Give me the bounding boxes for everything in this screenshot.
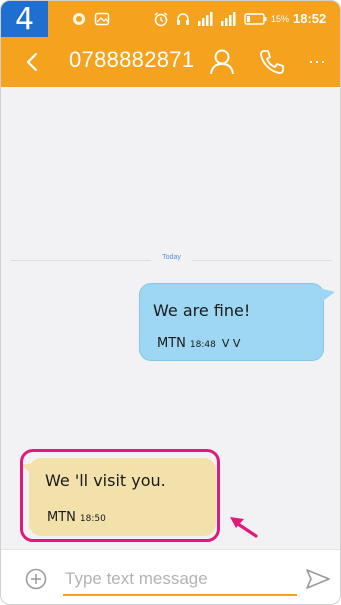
battery-icon bbox=[244, 13, 267, 25]
divider-line-right bbox=[192, 260, 332, 261]
message-time: 18:48 bbox=[189, 340, 216, 350]
sim-label: MTN bbox=[157, 336, 186, 351]
status-time: 18:52 bbox=[293, 11, 327, 26]
phone-frame: 15% 18:52 4 0788882871 ⋯ Today We are fi… bbox=[0, 0, 341, 605]
step-number-badge: 4 bbox=[1, 1, 48, 39]
message-composer bbox=[1, 549, 340, 604]
signal-sim2-icon bbox=[221, 12, 236, 26]
contact-phone-number: 0788882871 bbox=[69, 47, 195, 72]
battery-percent: 15% bbox=[271, 14, 290, 24]
outgoing-message-meta: MTN 18:48 V V bbox=[157, 336, 240, 351]
contact-person-icon[interactable] bbox=[208, 47, 236, 77]
send-icon[interactable] bbox=[305, 568, 331, 590]
add-attachment-icon[interactable] bbox=[25, 568, 47, 590]
delivery-status: V V bbox=[221, 337, 241, 350]
signal-sim1-icon bbox=[198, 12, 213, 26]
status-bar: 15% 18:52 bbox=[1, 1, 340, 37]
outgoing-bubble-tail bbox=[319, 288, 335, 304]
gallery-notification-icon bbox=[94, 12, 110, 26]
phone-call-icon[interactable] bbox=[258, 48, 286, 76]
highlight-box bbox=[20, 449, 220, 542]
date-divider: Today bbox=[11, 254, 332, 266]
pointer-arrow-icon bbox=[230, 517, 258, 538]
outgoing-message-text: We are fine! bbox=[153, 301, 251, 320]
back-arrow-icon[interactable] bbox=[23, 51, 43, 73]
app-notification-icon bbox=[73, 13, 85, 25]
message-input[interactable] bbox=[63, 564, 297, 596]
headset-icon bbox=[177, 13, 189, 25]
alarm-icon bbox=[154, 12, 168, 27]
more-options-icon[interactable]: ⋯ bbox=[306, 51, 328, 73]
conversation-header: 0788882871 ⋯ bbox=[1, 37, 340, 87]
